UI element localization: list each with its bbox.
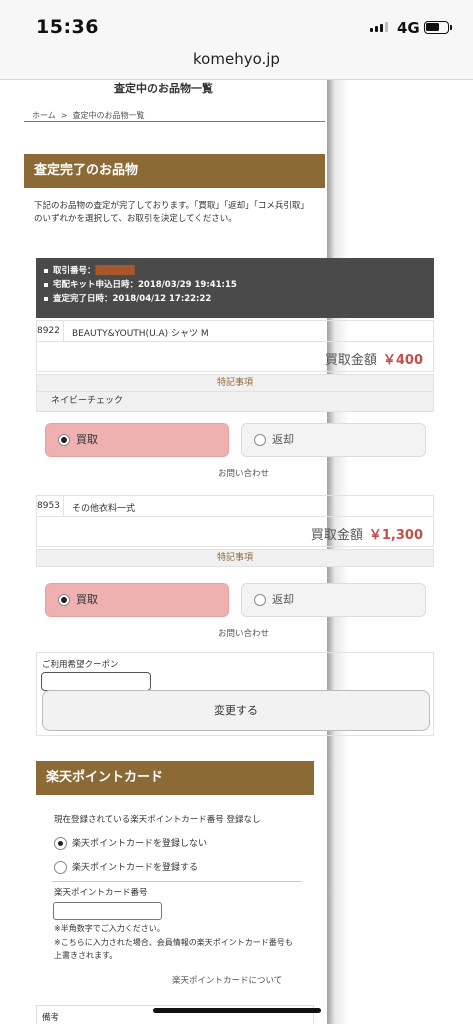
radio-unselected-icon[interactable] [254, 434, 266, 446]
completion-date-label: 査定完了日時： [53, 294, 113, 304]
rakuten-option-yes-label: 楽天ポイントカードを登録する [72, 863, 199, 873]
notes-text: ネイビーチェック [36, 392, 434, 412]
breadcrumb-home[interactable]: ホーム [32, 111, 56, 120]
radio-selected-icon[interactable] [58, 434, 70, 446]
transaction-number-label: 取引番号： [53, 266, 96, 276]
return-option[interactable]: 返却 [241, 583, 426, 617]
coupon-label: ご利用希望クーポン [42, 660, 119, 670]
rakuten-option-yes[interactable]: 楽天ポイントカードを登録する [54, 861, 198, 875]
signal-icon [370, 22, 388, 32]
breadcrumb-divider [24, 121, 325, 122]
rakuten-note-halfwidth: ※半角数字でご入力ください。 [54, 924, 165, 933]
breadcrumb: ホーム > 査定中のお品物一覧 [32, 110, 144, 121]
item-code: 8953 [37, 501, 60, 511]
breadcrumb-separator: > [60, 111, 68, 120]
buy-option-label: 買取 [76, 593, 98, 606]
divider [52, 881, 302, 882]
completion-date-row: 査定完了日時：2018/04/12 17:22:22 [44, 292, 426, 306]
completion-date-value: 2018/04/12 17:22:22 [112, 294, 212, 304]
kit-date-value: 2018/03/29 19:41:15 [138, 280, 237, 290]
status-time: 15:36 [36, 16, 99, 38]
rakuten-current-status: 現在登録されている楽天ポイントカード番号 登録なし [54, 815, 261, 825]
kit-date-label: 宅配キット申込日時： [53, 280, 139, 290]
rakuten-number-input[interactable] [53, 902, 162, 920]
price-row: 買取金額 ￥400 [36, 342, 434, 372]
intro-text: 下記のお品物の査定が完了しております。「買取」「返却」「コメ兵引取」のいずれかを… [34, 201, 309, 224]
rakuten-about-link[interactable]: 楽天ポイントカードについて [172, 974, 282, 986]
url-text[interactable]: komehyo.jp [0, 50, 473, 68]
transaction-info: 取引番号：██████ 宅配キット申込日時：2018/03/29 19:41:1… [36, 258, 434, 318]
notes-heading: 特記事項 [36, 374, 434, 392]
item-row: 8922 BEAUTY&YOUTH(U.A) シャツ M [36, 320, 434, 342]
kit-date-row: 宅配キット申込日時：2018/03/29 19:41:15 [44, 278, 426, 292]
breadcrumb-current: 査定中のお品物一覧 [72, 111, 145, 120]
buy-option[interactable]: 買取 [45, 583, 229, 617]
return-option[interactable]: 返却 [241, 423, 426, 457]
inquiry-link[interactable]: お問い合わせ [218, 467, 269, 479]
notes-heading: 特記事項 [36, 549, 434, 567]
price-row: 買取金額 ￥1,300 [36, 517, 434, 547]
item-name: BEAUTY&YOUTH(U.A) シャツ M [72, 329, 209, 339]
price-label: 買取金額 [310, 528, 363, 543]
battery-icon [424, 21, 452, 34]
item-code: 8922 [37, 326, 60, 336]
buy-option[interactable]: 買取 [45, 423, 229, 457]
status-bar: 15:36 4G [0, 0, 473, 44]
price-amount: ￥400 [382, 353, 423, 368]
rakuten-section-title: 楽天ポイントカード [36, 761, 314, 795]
network-type: 4G [397, 19, 420, 37]
price-label: 買取金額 [324, 353, 377, 368]
remarks-label: 備考 [42, 1013, 60, 1023]
radio-unselected-icon[interactable] [54, 861, 67, 874]
coupon-input[interactable] [41, 672, 151, 691]
section-title: 査定完了のお品物 [24, 154, 325, 188]
inquiry-link[interactable]: お問い合わせ [218, 627, 269, 639]
transaction-number-row: 取引番号：██████ [44, 264, 426, 278]
home-indicator[interactable] [153, 1008, 321, 1013]
rakuten-option-no-label: 楽天ポイントカードを登録しない [72, 839, 208, 849]
page-title: 査定中のお品物一覧 [114, 82, 213, 95]
rakuten-option-no[interactable]: 楽天ポイントカードを登録しない [54, 837, 207, 851]
radio-selected-icon[interactable] [58, 594, 70, 606]
transaction-number-value: ██████ [95, 266, 135, 276]
radio-selected-icon[interactable] [54, 837, 67, 850]
item-name: その他衣料一式 [72, 504, 136, 514]
browser-url-bar[interactable]: komehyo.jp [0, 44, 473, 80]
return-option-label: 返却 [272, 433, 294, 446]
page-content: 査定中のお品物一覧 ホーム > 査定中のお品物一覧 査定完了のお品物 下記のお品物の… [0, 80, 434, 1024]
item-row: 8953 その他衣料一式 [36, 495, 434, 517]
rakuten-note-overwrite: ※こちらに入力された場合、会員情報の楽天ポイントカード番号も上書きされます。 [54, 938, 293, 960]
return-option-label: 返却 [272, 593, 294, 606]
change-button[interactable]: 変更する [42, 690, 430, 731]
price-amount: ￥1,300 [368, 528, 423, 543]
buy-option-label: 買取 [76, 433, 98, 446]
rakuten-number-label: 楽天ポイントカード番号 [54, 888, 148, 898]
radio-unselected-icon[interactable] [254, 594, 266, 606]
